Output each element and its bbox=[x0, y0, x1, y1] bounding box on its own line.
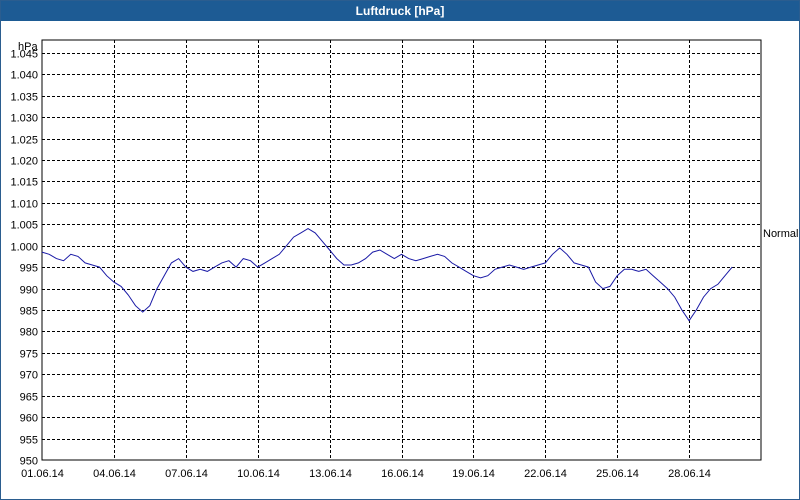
y-axis-ticks: 950 955 960 965 970 975 980 985 990 995 1.000 1.005… bbox=[10, 49, 38, 468]
y-tick-label: 1.010 bbox=[10, 199, 38, 211]
y-tick-label: 990 bbox=[20, 285, 38, 297]
y-tick-label: 1.005 bbox=[10, 220, 38, 232]
y-tick-label: 985 bbox=[20, 306, 38, 318]
x-tick-label: 07.06.14 bbox=[165, 468, 208, 480]
x-tick-label: 10.06.14 bbox=[237, 468, 280, 480]
x-tick-label: 25.06.14 bbox=[596, 468, 639, 480]
x-tick-label: 28.06.14 bbox=[668, 468, 711, 480]
x-axis-ticks: 01.06.14 04.06.14 07.06.14 10.06.14 13.06.14… bbox=[21, 468, 711, 480]
y-tick-label: 975 bbox=[20, 349, 38, 361]
y-tick-label: 950 bbox=[20, 456, 38, 468]
y-tick-label: 1.035 bbox=[10, 92, 38, 104]
pressure-chart: 950 955 960 965 970 975 980 985 990 995 1.000 1.005… bbox=[10, 39, 798, 480]
y-tick-label: 955 bbox=[20, 435, 38, 447]
y-axis-unit: hPa bbox=[18, 41, 38, 53]
y-tick-label: 960 bbox=[20, 413, 38, 425]
y-tick-label: 1.015 bbox=[10, 177, 38, 189]
x-tick-label: 04.06.14 bbox=[93, 468, 136, 480]
y-tick-label: 995 bbox=[20, 263, 38, 275]
y-tick-label: 1.025 bbox=[10, 135, 38, 147]
y-tick-label: 965 bbox=[20, 392, 38, 404]
y-tick-label: 1.040 bbox=[10, 70, 38, 82]
x-tick-label: 01.06.14 bbox=[21, 468, 64, 480]
x-tick-label: 16.06.14 bbox=[381, 468, 424, 480]
y-tick-label: 1.030 bbox=[10, 113, 38, 125]
y-tick-label: 970 bbox=[20, 370, 38, 382]
normal-reference-label: Normal bbox=[763, 228, 798, 240]
y-tick-label: 980 bbox=[20, 327, 38, 339]
x-tick-label: 19.06.14 bbox=[452, 468, 495, 480]
y-tick-label: 1.000 bbox=[10, 242, 38, 254]
x-tick-label: 13.06.14 bbox=[309, 468, 352, 480]
x-tick-label: 22.06.14 bbox=[524, 468, 567, 480]
y-tick-label: 1.020 bbox=[10, 156, 38, 168]
